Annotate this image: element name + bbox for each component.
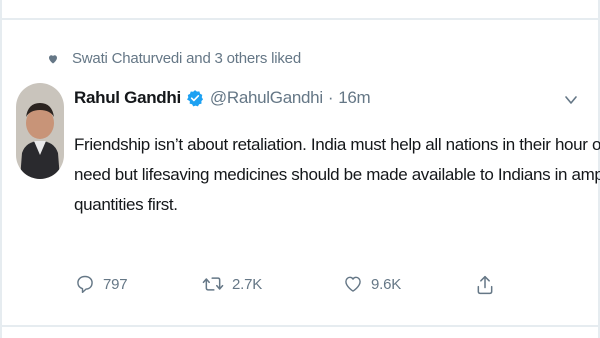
verified-badge-icon bbox=[186, 89, 204, 107]
heart-icon bbox=[47, 53, 59, 65]
retweet-button[interactable]: 2.7K bbox=[202, 274, 262, 294]
social-context-text: Swati Chaturvedi and 3 others liked bbox=[72, 50, 301, 67]
author-name[interactable]: Rahul Gandhi bbox=[74, 88, 181, 108]
social-context[interactable]: Swati Chaturvedi and 3 others liked bbox=[47, 50, 301, 67]
reply-count: 797 bbox=[103, 275, 128, 293]
share-button[interactable] bbox=[475, 274, 495, 296]
tweet-frame: Swati Chaturvedi and 3 others liked Rahu… bbox=[0, 0, 600, 338]
top-divider bbox=[2, 18, 598, 20]
tweet-text: Friendship isn’t about retaliation. Indi… bbox=[74, 130, 600, 220]
author-handle[interactable]: @RahulGandhi bbox=[210, 88, 323, 108]
like-button[interactable]: 9.6K bbox=[343, 274, 401, 294]
reply-icon bbox=[75, 274, 95, 294]
avatar[interactable] bbox=[16, 83, 64, 179]
share-icon bbox=[475, 274, 495, 296]
separator-dot: · bbox=[327, 88, 334, 107]
tweet-text-line: need but lifesaving medicines should be … bbox=[74, 165, 600, 184]
tweet-text-line: quantities first. bbox=[74, 195, 178, 214]
heart-icon bbox=[343, 274, 363, 294]
chevron-down-icon[interactable] bbox=[564, 93, 578, 107]
retweet-icon bbox=[202, 274, 224, 294]
tweet-actions: 797 2.7K 9.6K bbox=[2, 274, 598, 300]
tweet-header: Rahul Gandhi @RahulGandhi · 16m bbox=[74, 88, 371, 108]
reply-button[interactable]: 797 bbox=[75, 274, 128, 294]
like-count: 9.6K bbox=[371, 275, 402, 293]
tweet-text-line: Friendship isn’t about retaliation. Indi… bbox=[74, 135, 600, 154]
bottom-divider bbox=[2, 325, 598, 327]
retweet-count: 2.7K bbox=[232, 275, 263, 293]
tweet-timestamp[interactable]: 16m bbox=[338, 88, 370, 108]
